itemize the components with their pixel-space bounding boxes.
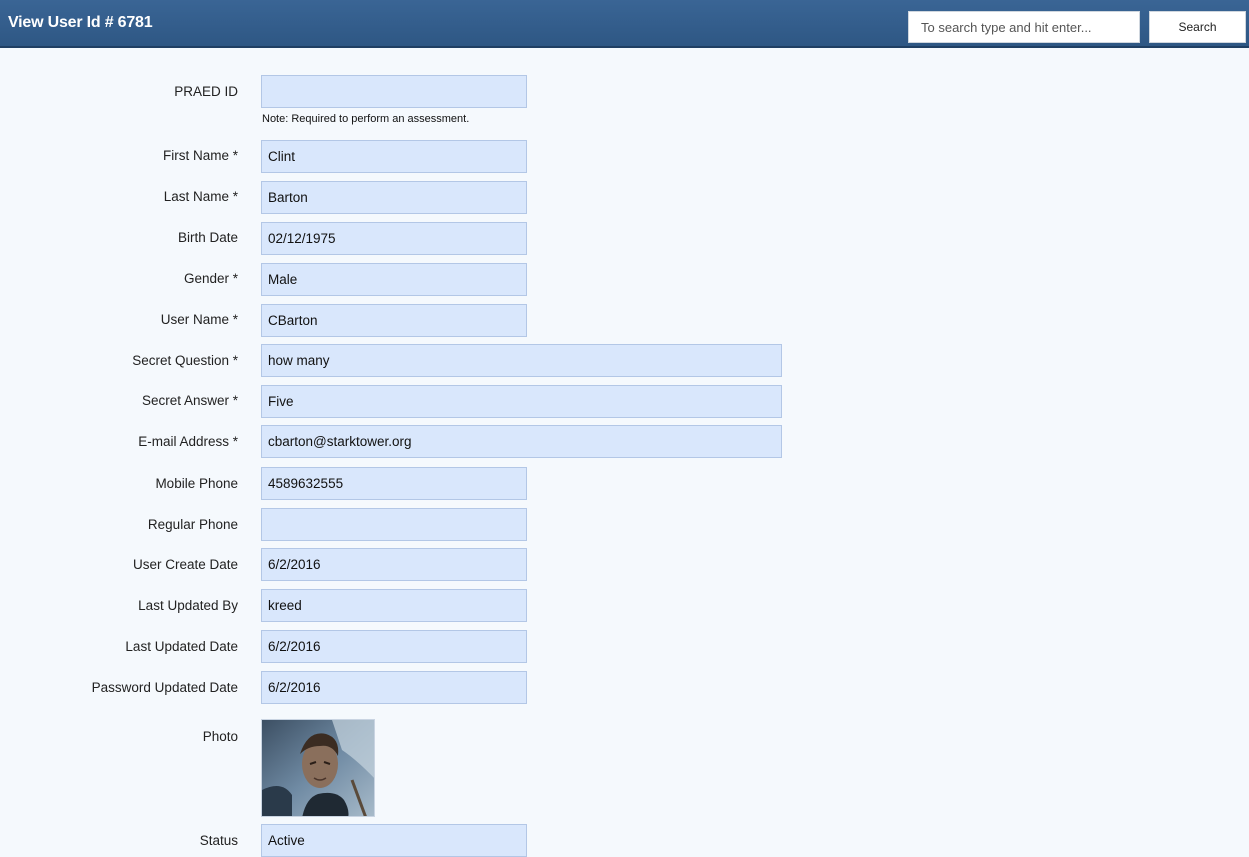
user-create-date-field[interactable]: 6/2/2016 [261,548,527,581]
secret-answer-label: Secret Answer * [141,393,238,408]
password-updated-date-field[interactable]: 6/2/2016 [261,671,527,704]
user-name-field[interactable]: CBarton [261,304,527,337]
user-create-date-label: User Create Date [132,557,238,572]
email-label: E-mail Address * [138,434,238,449]
regular-phone-field[interactable] [261,508,527,541]
mobile-phone-label: Mobile Phone [155,476,238,491]
praed-id-note: Note: Required to perform an assessment. [262,113,470,125]
status-label: Status [199,833,238,848]
gender-field[interactable]: Male [261,263,527,296]
email-field[interactable]: cbarton@starktower.org [261,425,782,458]
secret-question-label: Secret Question * [132,353,238,368]
praed-id-label: PRAED ID [174,84,238,99]
page-title: View User Id # 6781 [8,14,153,31]
secret-answer-field[interactable]: Five [261,385,782,418]
mobile-phone-field[interactable]: 4589632555 [261,467,527,500]
user-photo [261,719,375,817]
header-bar: View User Id # 6781 Search [0,0,1249,48]
last-updated-by-label: Last Updated By [138,598,238,613]
birth-date-label: Birth Date [177,230,238,245]
last-updated-date-label: Last Updated Date [125,639,238,654]
last-name-field[interactable]: Barton [261,181,527,214]
gender-label: Gender * [183,271,238,286]
praed-id-field[interactable] [261,75,527,108]
secret-question-field[interactable]: how many [261,344,782,377]
user-name-label: User Name * [160,312,238,327]
last-updated-date-field[interactable]: 6/2/2016 [261,630,527,663]
last-updated-by-field[interactable]: kreed [261,589,527,622]
search-input[interactable] [908,11,1140,43]
regular-phone-label: Regular Phone [147,517,238,532]
first-name-label: First Name * [162,148,238,163]
user-photo-image [262,720,374,816]
birth-date-field[interactable]: 02/12/1975 [261,222,527,255]
first-name-field[interactable]: Clint [261,140,527,173]
status-field[interactable]: Active [261,824,527,857]
last-name-label: Last Name * [163,189,238,204]
password-updated-date-label: Password Updated Date [91,680,238,695]
photo-label: Photo [202,729,238,744]
search-button[interactable]: Search [1149,11,1246,43]
